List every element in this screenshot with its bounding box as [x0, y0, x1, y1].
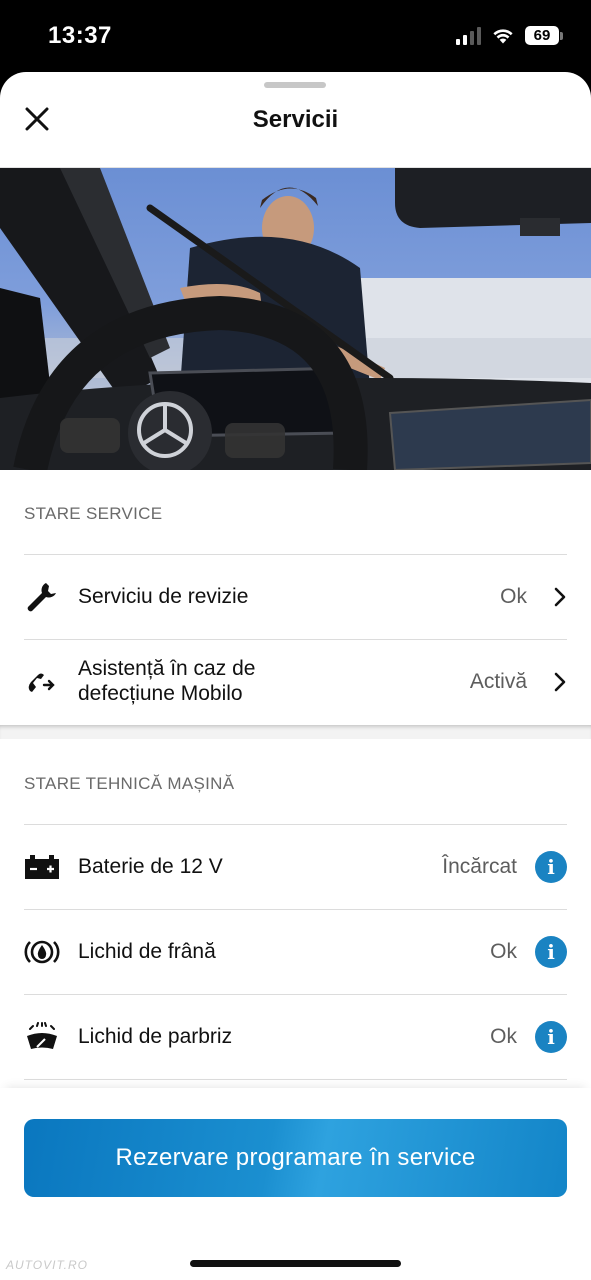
wifi-icon [493, 28, 513, 43]
divider [24, 1079, 567, 1080]
bottom-action-bar: Rezervare programare în service AUTOVIT.… [0, 1088, 591, 1280]
section-label-stare-tehnica: STARE TEHNICĂ MAȘINĂ [24, 774, 235, 793]
row-asistenta-mobilo[interactable]: Asistență în caz de defecțiune Mobilo Ac… [24, 640, 567, 724]
row-lichid-parbriz[interactable]: Lichid de parbriz Ok i [24, 995, 567, 1079]
row-value: Activă [469, 670, 527, 693]
row-label: Lichid de parbriz [78, 1024, 233, 1048]
status-icons: 69 [456, 26, 563, 45]
info-icon[interactable]: i [535, 1021, 567, 1053]
chevron-right-icon [545, 671, 567, 693]
row-baterie[interactable]: Baterie de 12 V Încărcat i [24, 825, 567, 909]
watermark: AUTOVIT.RO [6, 1258, 89, 1272]
wrench-icon [24, 580, 68, 614]
row-label: Asistență în caz de defecțiune Mobilo [78, 657, 256, 705]
page-title: Servicii [252, 106, 339, 133]
row-serviciu-revizie[interactable]: Serviciu de revizie Ok [24, 555, 567, 639]
row-label: Serviciu de revizie [78, 584, 249, 608]
row-value: Încărcat [442, 855, 517, 878]
services-sheet: Servicii STARE SERVICE Serviciu de reviz… [0, 72, 591, 1280]
book-service-button[interactable]: Rezervare programare în service [24, 1119, 567, 1197]
status-bar: 13:37 69 [0, 0, 591, 72]
row-value: Ok [490, 940, 517, 963]
info-icon[interactable]: i [535, 851, 567, 883]
battery-indicator: 69 [525, 26, 563, 45]
hero-illustration [0, 168, 591, 470]
cellular-signal-icon [456, 26, 481, 45]
brake-fluid-icon [24, 937, 68, 967]
home-indicator[interactable] [190, 1260, 401, 1267]
battery-level: 69 [525, 26, 559, 45]
row-lichid-frana[interactable]: Lichid de frână Ok i [24, 910, 567, 994]
phone-assist-icon [24, 665, 68, 699]
row-label: Lichid de frână [78, 939, 216, 963]
section-label-stare-service: STARE SERVICE [24, 504, 163, 523]
row-value: Ok [490, 1025, 517, 1048]
hero-image [0, 168, 591, 470]
battery-icon [24, 853, 68, 881]
status-time: 13:37 [48, 22, 112, 49]
chevron-right-icon [545, 586, 567, 608]
row-label: Baterie de 12 V [78, 854, 223, 878]
washer-fluid-icon [24, 1022, 68, 1052]
section-separator [0, 725, 591, 739]
row-value: Ok [500, 585, 527, 608]
info-icon[interactable]: i [535, 936, 567, 968]
sheet-header: Servicii [0, 72, 591, 168]
